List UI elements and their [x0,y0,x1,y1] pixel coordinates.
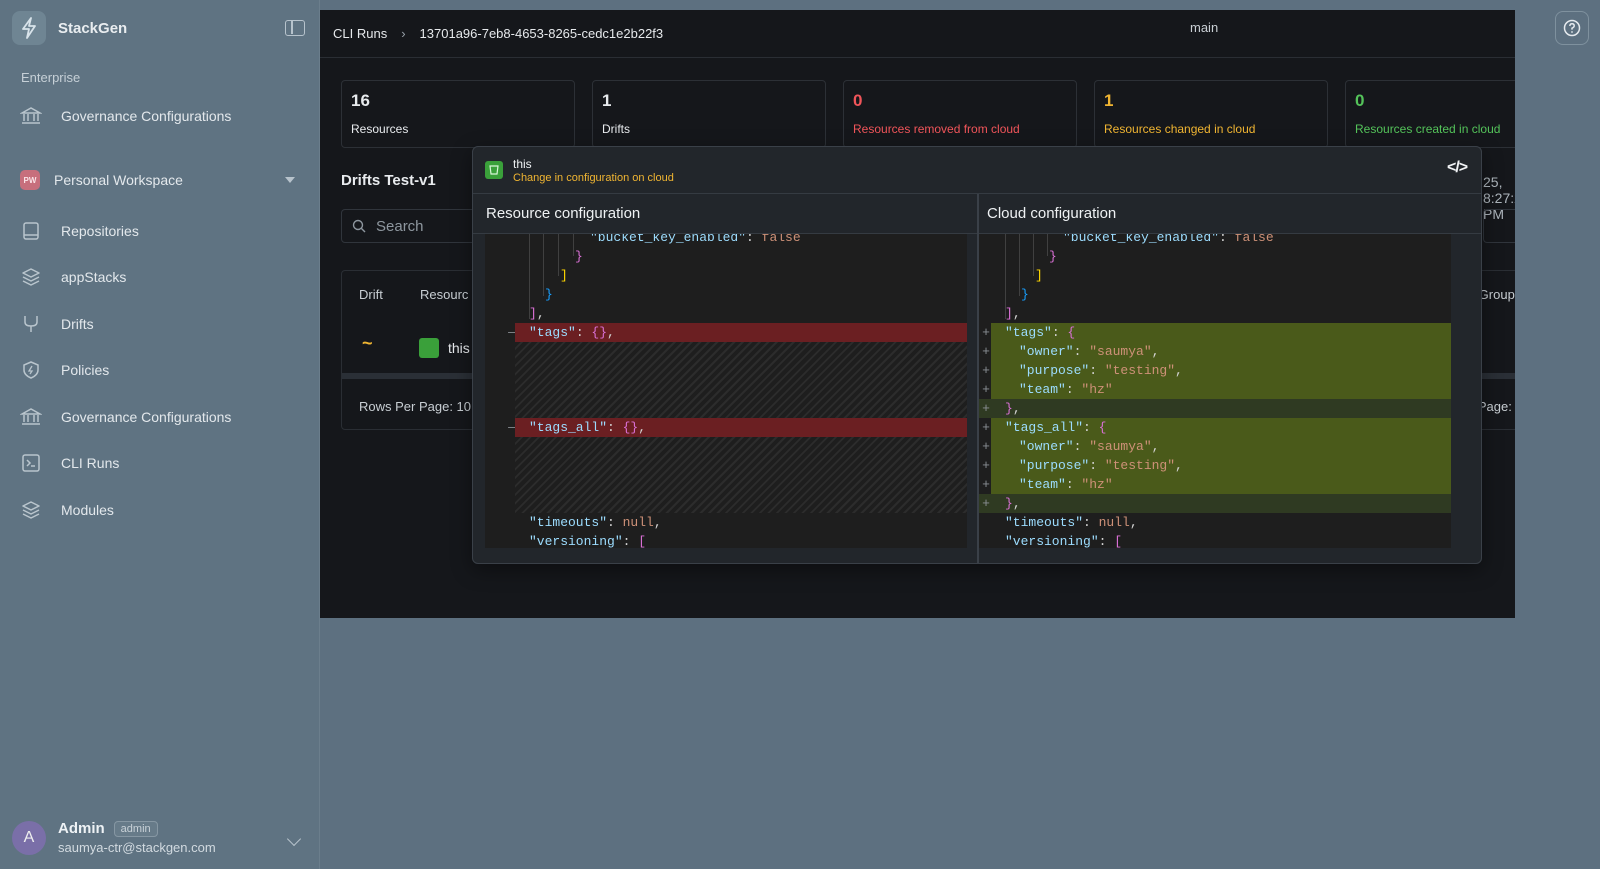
rows-per-page[interactable]: Rows Per Page: 10 [359,399,471,414]
right-column-title: Cloud configuration [979,194,1481,234]
cloud-config-editor[interactable]: "bucket_key_enabled": false } ] } ], + "t… [979,234,1451,548]
column-header-drift[interactable]: Drift [359,287,383,302]
brand[interactable]: StackGen [12,11,127,45]
branch-label: main [1190,20,1219,35]
role-badge: admin [113,820,158,837]
drift-status-icon: ~ [362,333,373,353]
sidebar-item-label: Drifts [61,316,94,332]
config-diff-modal: this Change in configuration on cloud </… [472,146,1482,564]
bucket-icon [485,161,503,179]
bank-icon [20,105,42,127]
shield-icon [20,359,42,381]
modal-resource-name: this [513,157,532,171]
sidebar-item-label: Governance Configurations [61,409,232,425]
layers-icon [20,499,42,521]
left-column-title: Resource configuration [473,194,977,234]
workspace-selector[interactable]: PW Personal Workspace [20,168,295,192]
layers-icon [20,266,42,288]
branch-icon [20,313,42,335]
sidebar-item-label: Modules [61,502,114,518]
workspace-badge: PW [20,170,40,190]
sidebar-item-drifts[interactable]: Drifts [20,312,94,336]
column-header-resource[interactable]: Resourc [420,287,468,302]
stackgen-logo-icon [12,11,46,45]
stat-label: Resources removed from cloud [853,122,1020,136]
sidebar-item-appstacks[interactable]: appStacks [20,265,126,289]
stat-value: 0 [853,91,863,110]
stat-card-created: 0 Resources created in cloud [1345,80,1515,148]
stat-label: Resources created in cloud [1355,122,1501,136]
stat-card-drifts: 1 Drifts [592,80,826,148]
sidebar-item-label: Policies [61,362,110,378]
bucket-icon [419,338,439,358]
stat-value: 16 [351,91,370,110]
sidebar-item-label: CLI Runs [61,455,120,471]
modal-subtitle: Change in configuration on cloud [513,172,674,184]
page-title: Drifts Test-v1 [341,172,436,189]
filter-dropdown[interactable] [1483,209,1515,243]
search-placeholder: Search [376,217,424,235]
stat-card-removed: 0 Resources removed from cloud [843,80,1077,148]
bank-icon [20,406,42,428]
sidebar-item-governance[interactable]: Governance Configurations [20,405,231,429]
workspace-label: Personal Workspace [54,172,183,188]
modal-header: this Change in configuration on cloud </… [473,147,1481,194]
user-profile[interactable]: A Admin admin saumya-ctr@stackgen.com [12,820,216,855]
sidebar-collapse-icon[interactable] [285,20,305,36]
sidebar-item-modules[interactable]: Modules [20,498,114,522]
sidebar-item-cli-runs[interactable]: CLI Runs [20,451,119,475]
stat-label: Resources changed in cloud [1104,122,1256,136]
avatar: A [12,820,46,855]
help-icon[interactable] [1555,11,1589,45]
breadcrumb: CLI Runs › 13701a96-7eb8-4653-8265-cedc1… [320,10,1515,58]
sidebar-item-repositories[interactable]: Repositories [20,219,139,243]
breadcrumb-run-id: 13701a96-7eb8-4653-8265-cedc1e2b22f3 [419,26,664,41]
brand-name: StackGen [58,19,128,37]
stat-value: 1 [1104,91,1114,110]
sidebar-item-governance-top[interactable]: Governance Configurations [20,104,231,128]
breadcrumb-cli-runs[interactable]: CLI Runs [333,26,387,41]
code-view-icon[interactable]: </> [1447,159,1468,177]
user-name: Admin [58,820,105,837]
stat-value: 1 [602,91,612,110]
search-icon [352,219,366,233]
sidebar-item-label: Governance Configurations [61,108,232,124]
chevron-right-icon: › [401,26,406,41]
table-row[interactable]: this [419,338,470,358]
sidebar-item-label: appStacks [61,269,127,285]
resource-config-editor[interactable]: "bucket_key_enabled": false } ] } ], — "t… [485,234,967,548]
stat-card-changed: 1 Resources changed in cloud [1094,80,1328,148]
row-resource-name: this [448,340,470,356]
stat-label: Drifts [602,122,630,136]
book-icon [20,220,42,242]
section-label-enterprise: Enterprise [21,70,81,85]
terminal-icon [20,452,42,474]
search-input[interactable]: Search [341,209,481,243]
sidebar-item-label: Repositories [61,223,139,239]
caret-down-icon [285,177,295,183]
stat-label: Resources [351,122,409,136]
stat-value: 0 [1355,91,1365,110]
sidebar: StackGen Enterprise Governance Configura… [0,0,320,869]
chevron-down-icon[interactable] [286,831,302,847]
user-email: saumya-ctr@stackgen.com [58,840,216,855]
sidebar-item-policies[interactable]: Policies [20,358,109,382]
stat-card-resources: 16 Resources [341,80,575,148]
